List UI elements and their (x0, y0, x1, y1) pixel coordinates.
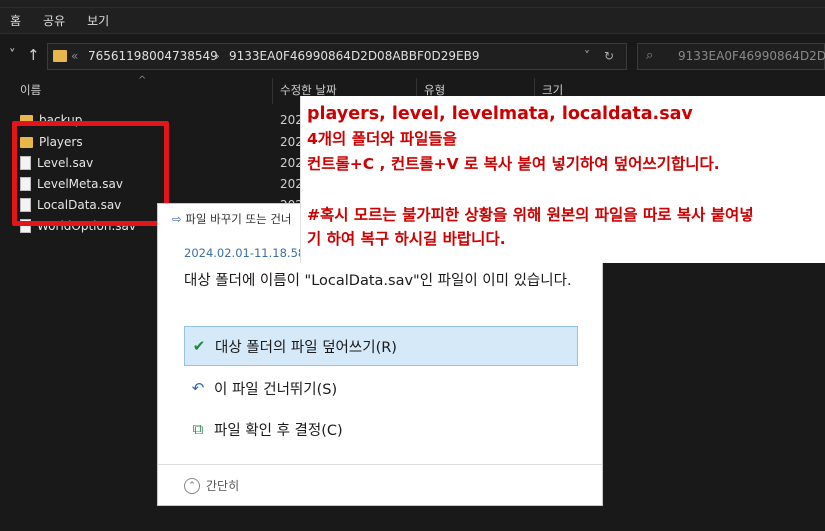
column-header-name[interactable]: 이름 (20, 82, 41, 98)
breadcrumb-segment[interactable]: 76561198004738549 (88, 49, 218, 63)
search-icon: ⌕ (646, 48, 654, 63)
dialog-date: 2024.02.01-11.18.58 (184, 246, 306, 260)
skip-option-label: 이 파일 건너뛰기(S) (214, 381, 338, 398)
dialog-title: ⇨ 파일 바꾸기 또는 건너 (172, 211, 291, 227)
decide-option[interactable]: ⧉ 파일 확인 후 결정(C) (184, 409, 578, 449)
search-placeholder: 9133EA0F46990864D2D08 (678, 49, 825, 63)
breadcrumb-separator-icon: › (215, 49, 220, 63)
note-line: players, level, levelmata, localdata.sav (307, 104, 693, 124)
ribbon: 홈 공유 보기 (0, 8, 825, 34)
chevron-up-icon: ⌃ (184, 477, 200, 494)
ribbon-tab-share[interactable]: 공유 (43, 12, 65, 29)
search-box[interactable]: ⌕ 9133EA0F46990864D2D08 (637, 43, 825, 70)
dialog-divider (158, 464, 602, 465)
check-icon: ✔ (192, 337, 206, 355)
note-line: 기 하여 복구 하시길 바랍니다. (307, 230, 506, 248)
sort-indicator-icon: ^ (138, 75, 147, 86)
note-line: 4개의 폴더와 파일들을 (307, 130, 457, 148)
skip-option[interactable]: ↶ 이 파일 건너뛰기(S) (184, 368, 578, 408)
breadcrumb-segment[interactable]: 9133EA0F46990864D2D08ABBF0D29EB9 (229, 49, 480, 63)
skip-arrow-icon: ↶ (191, 379, 205, 397)
collapse-label: 간단히 (206, 479, 240, 493)
collapse-button[interactable]: ⌃ 간단히 (184, 477, 239, 494)
decide-option-label: 파일 확인 후 결정(C) (214, 422, 343, 439)
recent-locations-icon[interactable]: ˅ (9, 48, 16, 63)
replace-option-label: 대상 폴더의 파일 덮어쓰기(R) (215, 339, 397, 356)
refresh-icon[interactable]: ↻ (604, 49, 614, 63)
compare-files-icon: ⧉ (192, 420, 204, 438)
dialog-title-text: 파일 바꾸기 또는 건너 (185, 212, 292, 226)
transfer-icon: ⇨ (172, 212, 182, 226)
folder-icon (53, 50, 67, 62)
annotation-note: players, level, levelmata, localdata.sav… (300, 96, 825, 263)
overflow-chevron-icon[interactable]: « (71, 49, 78, 63)
highlight-box (12, 121, 169, 226)
replace-option[interactable]: ✔ 대상 폴더의 파일 덮어쓰기(R) (184, 326, 578, 366)
up-arrow-icon[interactable]: ↑ (27, 46, 40, 64)
dialog-message: 대상 폴더에 이름이 "LocalData.sav"인 파일이 이미 있습니다. (184, 273, 572, 289)
note-line: #혹시 모르는 불가피한 상황을 위해 원본의 파일을 따로 복사 붙여넣 (307, 206, 754, 224)
dropdown-icon[interactable]: ˅ (584, 49, 590, 63)
note-line: 컨트롤+C , 컨트롤+V 로 복사 붙여 넣기하여 덮어쓰기합니다. (307, 155, 720, 173)
title-strip (0, 0, 825, 8)
address-bar[interactable]: « 76561198004738549 › 9133EA0F46990864D2… (47, 43, 627, 70)
ribbon-tab-view[interactable]: 보기 (87, 12, 109, 29)
ribbon-tab-home[interactable]: 홈 (10, 12, 21, 29)
column-divider[interactable] (272, 78, 273, 104)
